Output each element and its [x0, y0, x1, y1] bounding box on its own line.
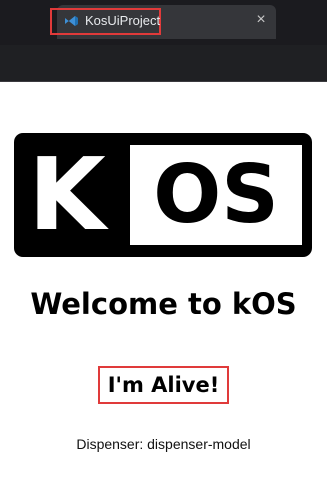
kos-logo: K OS — [14, 133, 312, 257]
tab-title: KosUiProject — [85, 13, 161, 28]
dispenser-info: Dispenser: dispenser-model — [76, 436, 251, 452]
browser-tab-strip: KosUiProject × — [0, 0, 327, 45]
status-message: I'm Alive! — [98, 366, 229, 404]
browser-toolbar — [0, 45, 327, 82]
logo-letters-os: OS — [130, 145, 302, 245]
page-title: Welcome to kOS — [30, 287, 297, 321]
vscode-icon — [65, 16, 78, 26]
page-content: K OS Welcome to kOS I'm Alive! Dispenser… — [0, 82, 327, 477]
logo-letter-k: K — [28, 136, 106, 253]
close-icon[interactable]: × — [253, 12, 269, 28]
